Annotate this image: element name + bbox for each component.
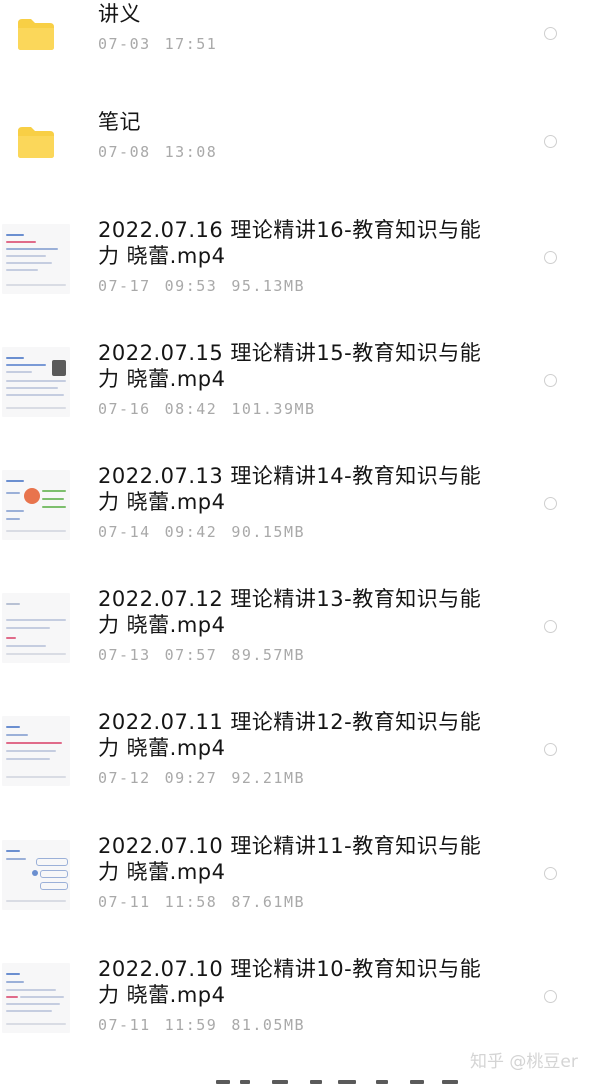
file-time: 11:59 xyxy=(164,1016,218,1034)
select-radio[interactable] xyxy=(544,251,557,264)
file-time: 09:27 xyxy=(164,769,218,787)
file-date: 07-08 xyxy=(98,143,151,161)
video-thumbnail xyxy=(2,963,70,1033)
file-meta: 07-13 07:57 89.57MB xyxy=(98,646,305,664)
select-radio[interactable] xyxy=(544,497,557,510)
file-date: 07-03 xyxy=(98,35,151,53)
list-item[interactable]: 2022.07.16 理论精讲16-教育知识与能力 晓蕾.mp4 07-17 09… xyxy=(0,216,600,336)
file-meta: 07-11 11:58 87.61MB xyxy=(98,893,305,911)
video-thumbnail xyxy=(2,470,70,540)
file-time: 09:53 xyxy=(164,277,218,295)
file-size: 101.39MB xyxy=(231,400,316,418)
select-radio[interactable] xyxy=(544,743,557,756)
file-size: 89.57MB xyxy=(231,646,306,664)
video-thumbnail xyxy=(2,224,70,294)
file-meta: 07-17 09:53 95.13MB xyxy=(98,277,305,295)
file-meta: 07-11 11:59 81.05MB xyxy=(98,1016,305,1034)
watermark: 知乎 @桃豆er xyxy=(470,1052,578,1072)
file-size: 81.05MB xyxy=(231,1016,306,1034)
file-name: 2022.07.15 理论精讲15-教育知识与能力 晓蕾.mp4 xyxy=(98,341,482,391)
file-meta: 07-16 08:42 101.39MB xyxy=(98,400,316,418)
select-radio[interactable] xyxy=(544,620,557,633)
folder-icon xyxy=(18,127,54,158)
file-size: 87.61MB xyxy=(231,893,306,911)
file-name: 2022.07.16 理论精讲16-教育知识与能力 晓蕾.mp4 xyxy=(98,218,482,268)
folder-icon xyxy=(18,19,54,50)
file-time: 17:51 xyxy=(164,35,218,53)
file-name: 2022.07.10 理论精讲10-教育知识与能力 晓蕾.mp4 xyxy=(98,957,482,1007)
list-item[interactable]: 笔记 07-08 13:08 xyxy=(0,108,600,228)
select-radio[interactable] xyxy=(544,374,557,387)
file-time: 09:42 xyxy=(164,523,218,541)
select-radio[interactable] xyxy=(544,135,557,148)
file-time: 11:58 xyxy=(164,893,218,911)
list-item[interactable]: 2022.07.12 理论精讲13-教育知识与能力 晓蕾.mp4 07-13 07… xyxy=(0,585,600,705)
file-date: 07-17 xyxy=(98,277,151,295)
file-size: 95.13MB xyxy=(231,277,306,295)
list-item[interactable]: 2022.07.11 理论精讲12-教育知识与能力 晓蕾.mp4 07-12 09… xyxy=(0,708,600,828)
file-time: 07:57 xyxy=(164,646,218,664)
file-date: 07-11 xyxy=(98,1016,151,1034)
file-name: 2022.07.12 理论精讲13-教育知识与能力 晓蕾.mp4 xyxy=(98,587,482,637)
file-date: 07-16 xyxy=(98,400,151,418)
video-thumbnail xyxy=(2,840,70,910)
select-radio[interactable] xyxy=(544,27,557,40)
list-item[interactable]: 2022.07.10 理论精讲11-教育知识与能力 晓蕾.mp4 07-11 11… xyxy=(0,832,600,952)
next-item-peek xyxy=(210,1074,470,1084)
file-name: 笔记 xyxy=(98,110,141,134)
list-item[interactable]: 讲义 07-03 17:51 xyxy=(0,0,600,120)
select-radio[interactable] xyxy=(544,867,557,880)
file-name: 2022.07.11 理论精讲12-教育知识与能力 晓蕾.mp4 xyxy=(98,710,482,760)
file-date: 07-11 xyxy=(98,893,151,911)
file-meta: 07-14 09:42 90.15MB xyxy=(98,523,305,541)
file-date: 07-13 xyxy=(98,646,151,664)
video-thumbnail xyxy=(2,716,70,786)
file-name: 2022.07.13 理论精讲14-教育知识与能力 晓蕾.mp4 xyxy=(98,464,482,514)
video-thumbnail xyxy=(2,593,70,663)
file-size: 90.15MB xyxy=(231,523,306,541)
list-item[interactable]: 2022.07.13 理论精讲14-教育知识与能力 晓蕾.mp4 07-14 09… xyxy=(0,462,600,582)
file-meta: 07-03 17:51 xyxy=(98,35,217,53)
file-name: 讲义 xyxy=(98,2,141,26)
file-date: 07-14 xyxy=(98,523,151,541)
video-thumbnail xyxy=(2,347,70,417)
file-meta: 07-08 13:08 xyxy=(98,143,217,161)
file-date: 07-12 xyxy=(98,769,151,787)
file-time: 13:08 xyxy=(164,143,218,161)
file-name: 2022.07.10 理论精讲11-教育知识与能力 晓蕾.mp4 xyxy=(98,834,482,884)
file-meta: 07-12 09:27 92.21MB xyxy=(98,769,305,787)
select-radio[interactable] xyxy=(544,990,557,1003)
list-item[interactable]: 2022.07.15 理论精讲15-教育知识与能力 晓蕾.mp4 07-16 08… xyxy=(0,339,600,459)
file-time: 08:42 xyxy=(164,400,218,418)
file-size: 92.21MB xyxy=(231,769,306,787)
